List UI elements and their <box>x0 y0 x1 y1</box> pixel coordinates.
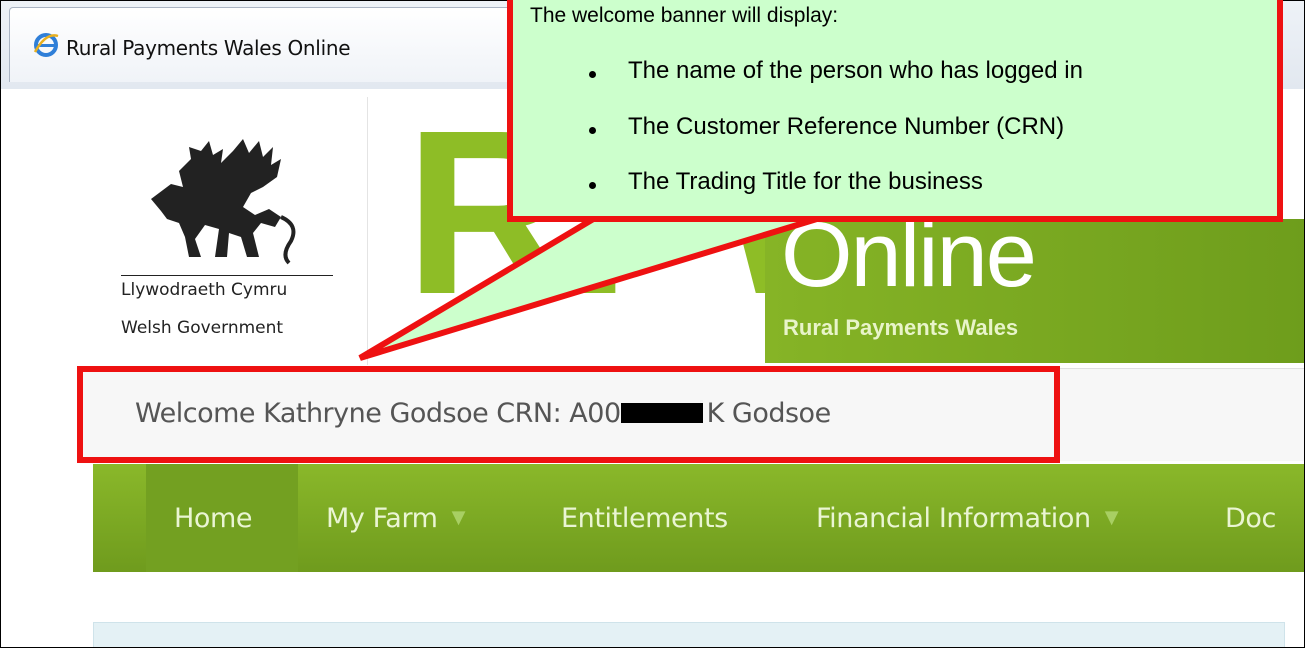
welcome-highlight-box <box>77 366 1060 463</box>
online-logo-text: Online <box>781 204 1037 306</box>
nav-item-label: Financial Information <box>816 503 1091 534</box>
rpw-subtitle: Rural Payments Wales <box>783 315 1019 340</box>
internet-explorer-icon <box>33 33 59 57</box>
browser-tab-title: Rural Payments Wales Online <box>66 36 351 60</box>
caret-down-icon: ▼ <box>451 507 466 528</box>
header-divider <box>367 97 368 365</box>
bullet-icon <box>589 127 596 134</box>
nav-item-entitlements[interactable]: Entitlements <box>561 503 728 534</box>
callout-heading: The welcome banner will display: <box>530 4 839 27</box>
nav-item-home[interactable]: Home <box>174 503 253 534</box>
nav-item-financial-information[interactable]: Financial Information ▼ <box>816 503 1119 534</box>
bullet-icon <box>589 182 596 189</box>
welsh-dragon-icon <box>151 139 296 265</box>
gov-name-welsh: Llywodraeth Cymru <box>121 280 288 300</box>
callout-bullet: The name of the person who has logged in <box>628 57 1083 84</box>
gov-name-english: Welsh Government <box>121 318 284 338</box>
callout-bullet: The Trading Title for the business <box>628 168 983 195</box>
nav-item-label: Home <box>174 503 253 534</box>
nav-item-label: My Farm <box>326 503 438 534</box>
nav-item-label: Doc <box>1225 503 1276 534</box>
callout-bullet: The Customer Reference Number (CRN) <box>628 113 1065 140</box>
logo-rule <box>121 275 333 276</box>
nav-item-label: Entitlements <box>561 503 728 534</box>
caret-down-icon: ▼ <box>1104 507 1119 528</box>
nav-item-documents[interactable]: Doc <box>1225 503 1276 534</box>
nav-item-my-farm[interactable]: My Farm ▼ <box>326 503 465 534</box>
browser-tab[interactable]: Rural Payments Wales Online <box>9 7 543 82</box>
content-panel <box>93 622 1285 647</box>
bullet-icon <box>589 71 596 78</box>
